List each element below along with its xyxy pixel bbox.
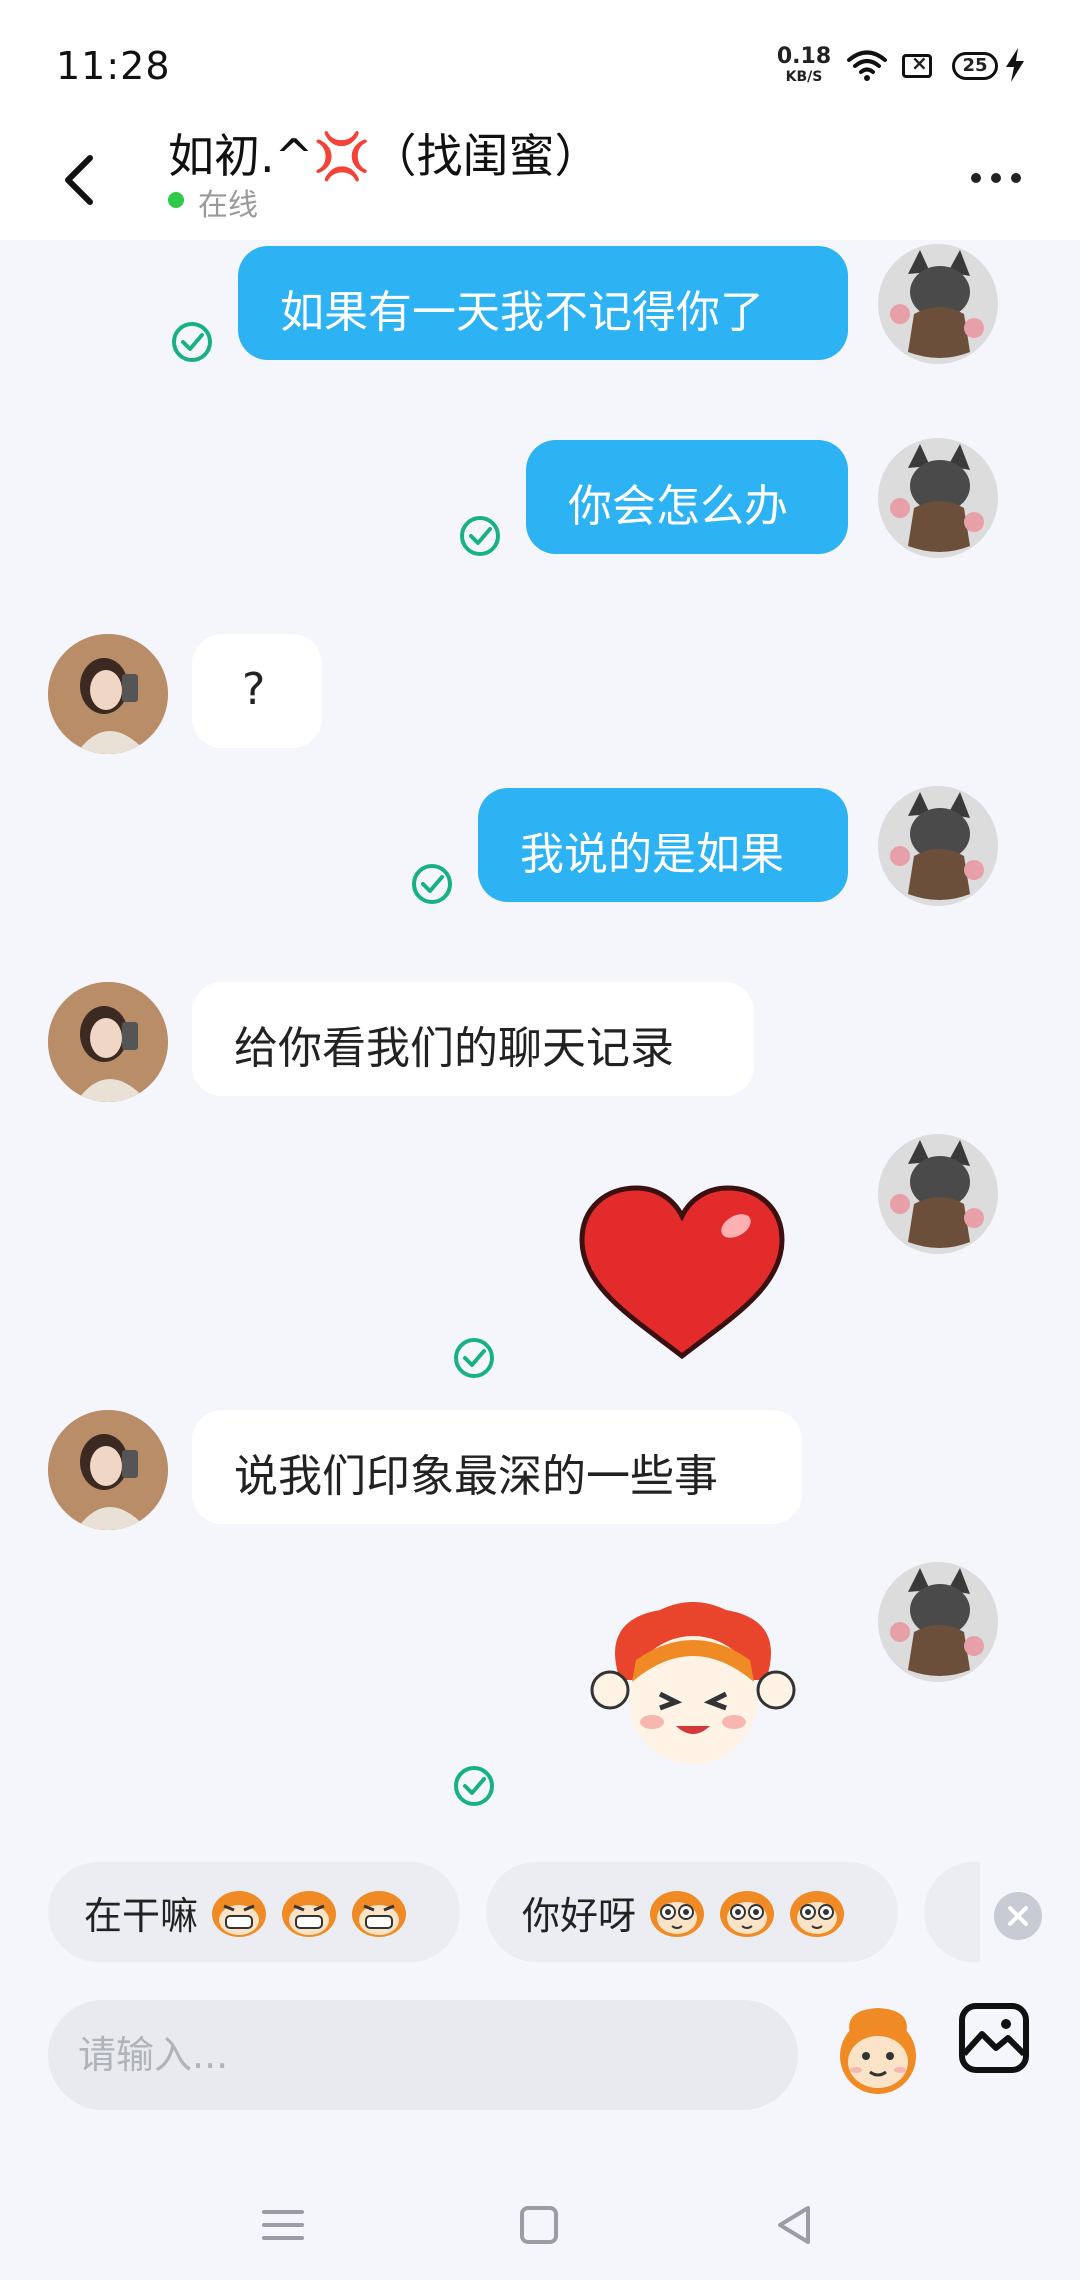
- girl-photo-avatar-icon: [48, 982, 168, 1102]
- grinning-monkey-face-icon: [282, 1891, 337, 1937]
- my-avatar[interactable]: [878, 1562, 998, 1682]
- contact-name[interactable]: 如初.^💢（找闺蜜）: [168, 120, 600, 186]
- cat-girl-avatar-icon: [878, 438, 998, 558]
- menu-icon[interactable]: [258, 2200, 308, 2250]
- message-bubble[interactable]: 给你看我们的聊天记录: [192, 982, 754, 1096]
- home-square-icon[interactable]: [514, 2200, 564, 2250]
- my-avatar[interactable]: [878, 244, 998, 364]
- quick-reply-chip[interactable]: 在干嘛: [48, 1862, 460, 1962]
- message-bubble[interactable]: 如果有一天我不记得你了: [238, 246, 848, 360]
- message-text: 我说的是如果: [520, 829, 784, 880]
- status-bar: 11:28 0.18 KB/S 25: [0, 0, 1080, 120]
- contact-avatar[interactable]: [48, 1410, 168, 1530]
- my-avatar[interactable]: [878, 786, 998, 906]
- message-bubble[interactable]: 你会怎么办: [526, 440, 848, 554]
- quick-reply-text: 在干嘛: [84, 1893, 199, 1938]
- cat-girl-avatar-icon: [878, 244, 998, 364]
- read-check-icon: [412, 864, 452, 904]
- network-speed: 0.18 KB/S: [776, 44, 832, 85]
- big-eyed-monkey-face-icon: [790, 1891, 845, 1937]
- more-dots-icon[interactable]: [966, 158, 1026, 198]
- message-list[interactable]: 如果有一天我不记得你了 你会怎么办 ? 我说的是如果 给你看我们的聊天记录 说我…: [0, 240, 1080, 1840]
- message-text: 如果有一天我不记得你了: [280, 287, 764, 338]
- message-bubble[interactable]: 说我们印象最深的一些事: [192, 1410, 802, 1524]
- big-eyed-monkey-face-icon: [650, 1891, 705, 1937]
- big-eyed-monkey-face-icon: [720, 1891, 775, 1937]
- status-time: 11:28: [56, 44, 171, 88]
- message-text: 说我们印象最深的一些事: [234, 1451, 718, 1502]
- chevron-left-icon[interactable]: [56, 150, 106, 210]
- online-status: 在线: [198, 188, 258, 223]
- charging-icon: [1006, 48, 1024, 82]
- read-check-icon: [454, 1338, 494, 1378]
- cat-girl-avatar-icon: [878, 1134, 998, 1254]
- cartoon-girl-holding-heart-sticker[interactable]: [580, 1590, 806, 1770]
- read-check-icon: [172, 322, 212, 362]
- quick-reply-chip-partial[interactable]: [924, 1862, 980, 1962]
- monkey-emoji-icon[interactable]: [830, 2000, 926, 2100]
- read-check-icon: [454, 1766, 494, 1806]
- message-text: 你会怎么办: [568, 481, 788, 532]
- girl-photo-avatar-icon: [48, 1410, 168, 1530]
- quick-reply-bar: 在干嘛 你好呀: [0, 1840, 1080, 1980]
- my-avatar[interactable]: [878, 1134, 998, 1254]
- network-speed-value: 0.18: [776, 44, 832, 69]
- contact-avatar[interactable]: [48, 634, 168, 754]
- network-speed-unit: KB/S: [785, 69, 823, 85]
- message-text: ?: [242, 664, 266, 715]
- no-sim-icon: [902, 51, 932, 78]
- message-input[interactable]: [48, 2000, 798, 2110]
- quick-reply-text: 你好呀: [522, 1893, 637, 1938]
- message-bubble[interactable]: 我说的是如果: [478, 788, 848, 902]
- close-icon[interactable]: [994, 1892, 1042, 1940]
- chat-header: 如初.^💢（找闺蜜） 在线: [0, 120, 1080, 240]
- image-picker-icon[interactable]: [958, 2002, 1030, 2074]
- quick-reply-chip[interactable]: 你好呀: [486, 1862, 898, 1962]
- girl-photo-avatar-icon: [48, 634, 168, 754]
- grinning-monkey-face-icon: [352, 1891, 407, 1937]
- contact-avatar[interactable]: [48, 982, 168, 1102]
- cat-girl-avatar-icon: [878, 786, 998, 906]
- wifi-icon: [847, 50, 887, 81]
- my-avatar[interactable]: [878, 438, 998, 558]
- message-text: 给你看我们的聊天记录: [234, 1023, 674, 1074]
- back-triangle-icon[interactable]: [770, 2200, 820, 2250]
- message-bubble[interactable]: ?: [192, 634, 322, 748]
- cat-girl-avatar-icon: [878, 1562, 998, 1682]
- read-check-icon: [460, 516, 500, 556]
- grinning-monkey-face-icon: [212, 1891, 267, 1937]
- input-bar: [0, 1980, 1080, 2140]
- red-heart-sticker[interactable]: [576, 1184, 788, 1364]
- system-nav-bar: [0, 2140, 1080, 2280]
- online-indicator: [168, 192, 184, 208]
- battery-icon: 25: [952, 52, 998, 80]
